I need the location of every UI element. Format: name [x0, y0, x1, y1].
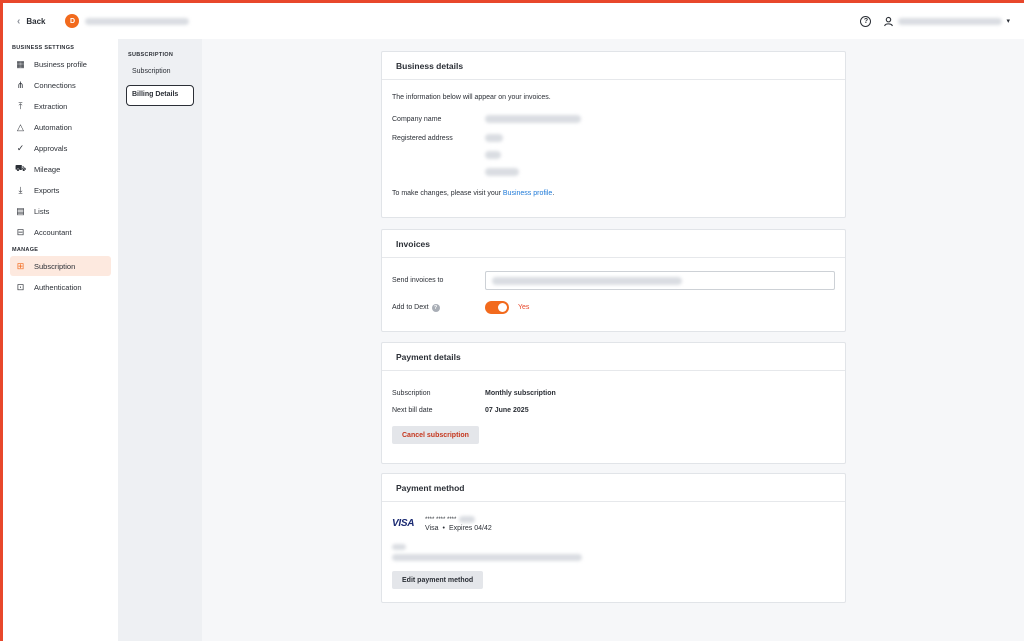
sidebar-item-label: Exports [34, 185, 60, 195]
card-title: Business details [382, 52, 845, 80]
briefcase-icon: ⊟ [16, 226, 25, 237]
billing-address-redacted [392, 554, 582, 561]
changes-end: . [552, 190, 555, 197]
address-line-redacted [485, 168, 519, 176]
subnav-item-subscription[interactable]: Subscription [118, 63, 202, 81]
top-bar: ‹ Back D ? ▾ [3, 3, 1024, 39]
sidebar-item-accountant[interactable]: ⊟ Accountant [10, 222, 111, 242]
sidebar-item-label: Subscription [34, 261, 76, 271]
upload-icon: ⤒ [18, 100, 23, 111]
send-invoices-label: Send invoices to [392, 277, 444, 284]
cardholder-redacted [392, 544, 406, 550]
sidebar-item-label: Approvals [34, 143, 68, 153]
subscription-subnav: SUBSCRIPTION Subscription Billing Detail… [118, 39, 202, 641]
company-name-value-redacted [485, 115, 581, 123]
business-settings-heading: BUSINESS SETTINGS [12, 45, 75, 51]
lock-icon: ⊡ [16, 281, 25, 292]
company-name-label: Company name [392, 115, 442, 123]
sidebar-item-label: Automation [34, 122, 72, 132]
manage-heading: MANAGE [12, 247, 39, 253]
subscription-value: Monthly subscription [485, 390, 556, 397]
card-type: Visa [425, 525, 439, 532]
sidebar-item-extraction[interactable]: ⤒ Extraction [10, 96, 111, 116]
add-to-dext-label-group: Add to Dext ? [392, 303, 485, 312]
car-icon: ⛟ [14, 163, 27, 173]
user-name-redacted [898, 17, 1003, 25]
sidebar-item-label: Authentication [34, 282, 82, 292]
changes-text: To make changes, please visit your [392, 190, 503, 197]
download-icon: ⤓ [18, 184, 23, 195]
info-icon[interactable]: ? [431, 303, 440, 312]
add-to-dext-label: Add to Dext [392, 304, 429, 311]
address-line-redacted [485, 134, 503, 142]
payment-details-card: Payment details Subscription Monthly sub… [381, 342, 846, 464]
chevron-left-icon: ‹ [17, 15, 21, 27]
cancel-subscription-button[interactable]: Cancel subscription [392, 426, 479, 444]
subnav-item-billing-details[interactable]: Billing Details [126, 85, 194, 106]
card-last-digits-redacted [459, 516, 476, 523]
card-expiry: Expires 04/42 [448, 525, 492, 532]
next-bill-value: 07 June 2025 [485, 407, 529, 414]
intro-text: The information below will appear on you… [392, 94, 551, 101]
changes-note: To make changes, please visit your Busin… [392, 190, 835, 197]
user-menu[interactable]: ▾ [883, 16, 1010, 27]
company-name-redacted [85, 17, 190, 25]
card-title: Payment details [382, 343, 845, 371]
sidebar-item-approvals[interactable]: ✓ Approvals [10, 138, 111, 158]
connections-icon: ⋔ [16, 79, 25, 90]
card-separator: • [442, 525, 445, 532]
back-label: Back [26, 16, 46, 26]
subnav-heading: SUBSCRIPTION [128, 52, 174, 58]
help-icon[interactable]: ? [860, 15, 872, 27]
registered-address-label: Registered address [392, 134, 453, 142]
sidebar-item-subscription[interactable]: ⊞ Subscription [10, 256, 111, 276]
sidebar-item-label: Connections [34, 80, 76, 90]
card-number: **** **** **** [425, 516, 457, 523]
sidebar-item-automation[interactable]: △ Automation [10, 117, 111, 137]
sidebar: BUSINESS SETTINGS ▦ Business profile ⋔ Conn… [3, 39, 118, 641]
sidebar-item-label: Mileage [34, 164, 61, 174]
send-invoices-input[interactable] [484, 271, 835, 290]
sidebar-item-label: Business profile [34, 59, 87, 69]
sidebar-item-exports[interactable]: ⤓ Exports [10, 180, 111, 200]
sidebar-item-label: Accountant [34, 227, 72, 237]
chevron-down-icon: ▾ [1006, 18, 1010, 25]
sidebar-item-business-profile[interactable]: ▦ Business profile [10, 54, 111, 74]
sidebar-item-authentication[interactable]: ⊡ Authentication [10, 277, 111, 297]
user-icon [884, 16, 894, 26]
next-bill-label: Next bill date [392, 407, 433, 414]
shapes-icon: △ [17, 121, 24, 132]
toggle-knob [498, 303, 507, 312]
email-redacted [491, 276, 682, 285]
sidebar-item-label: Lists [34, 206, 50, 216]
business-profile-link[interactable]: Business profile [503, 190, 552, 197]
sidebar-item-label: Extraction [34, 101, 68, 111]
card-title: Payment method [382, 474, 845, 502]
grid-plus-icon: ⊞ [16, 260, 25, 271]
business-details-card: Business details The information below w… [381, 51, 846, 218]
address-line-redacted [485, 151, 501, 159]
building-icon: ▦ [16, 58, 25, 69]
sidebar-item-connections[interactable]: ⋔ Connections [10, 75, 111, 95]
subscription-label: Subscription [392, 390, 431, 397]
clipboard-icon: ▤ [16, 205, 25, 216]
add-to-dext-toggle[interactable] [485, 301, 509, 314]
main-content: Business details The information below w… [202, 39, 1024, 641]
company-avatar[interactable]: D [65, 14, 80, 28]
check-icon: ✓ [16, 142, 25, 153]
visa-logo-icon: VISA [392, 518, 415, 529]
back-button[interactable]: ‹ Back [17, 16, 45, 27]
card-title: Invoices [382, 230, 845, 258]
sidebar-item-mileage[interactable]: ⛟ Mileage [10, 159, 111, 179]
toggle-value: Yes [518, 304, 530, 311]
edit-payment-method-button[interactable]: Edit payment method [392, 571, 484, 589]
sidebar-item-lists[interactable]: ▤ Lists [10, 201, 111, 221]
invoices-card: Invoices Send invoices to Add to Dext ? … [381, 229, 846, 332]
payment-method-card: Payment method VISA **** **** **** Visa … [381, 473, 846, 603]
